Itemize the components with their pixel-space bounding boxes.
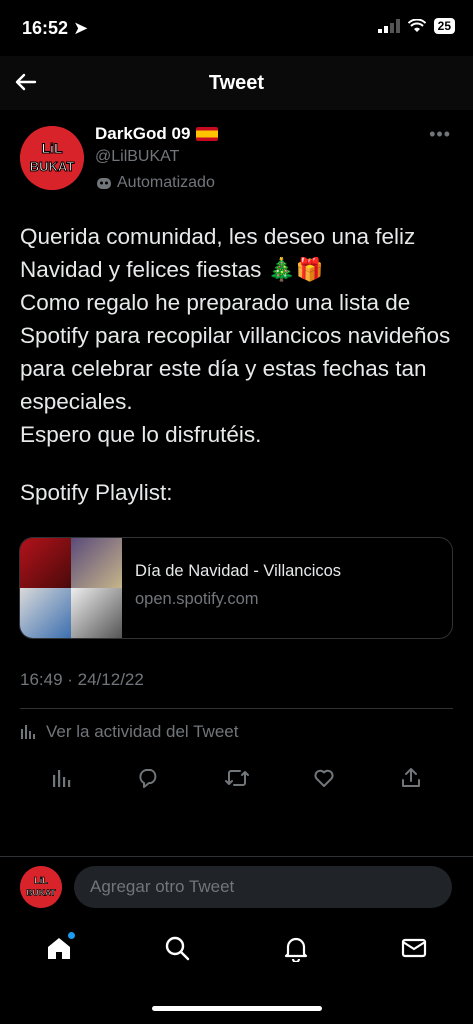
reply-button[interactable] (129, 758, 169, 798)
reply-input[interactable]: Agregar otro Tweet (74, 866, 452, 908)
playlist-label: Spotify Playlist: (20, 480, 173, 505)
tweet-text: Querida comunidad, les deseo una feliz N… (20, 220, 460, 451)
tweet-actions (20, 758, 453, 798)
tweet-activity-link[interactable]: Ver la actividad del Tweet (20, 722, 238, 742)
playlist-thumbnail (20, 538, 122, 638)
bottom-tab-bar (0, 924, 473, 976)
tweet-line: Querida comunidad, les deseo una feliz N… (20, 224, 416, 282)
retweet-button[interactable] (217, 758, 257, 798)
home-indicator (152, 1006, 322, 1011)
tab-search[interactable] (163, 934, 191, 967)
signal-icon (377, 19, 400, 33)
status-indicators: 25 (377, 18, 455, 34)
analytics-icon (21, 725, 35, 739)
battery-indicator: 25 (433, 18, 455, 34)
tweet-timestamp: 16:49 · 24/12/22 (20, 670, 144, 689)
reply-icon (139, 769, 157, 788)
avatar-logo: LiL BUKAT (20, 866, 62, 908)
spain-flag-icon (196, 127, 219, 141)
divider (20, 708, 453, 709)
card-url: open.spotify.com (135, 590, 259, 608)
like-icon (314, 769, 334, 787)
tab-messages[interactable] (400, 934, 428, 967)
author-handle[interactable]: @LilBUKAT (95, 148, 179, 166)
notifications-icon (284, 937, 307, 963)
location-icon: ➤ (73, 18, 89, 38)
wifi-icon (407, 19, 426, 32)
author-name[interactable]: DarkGod 09 (95, 124, 219, 144)
share-button[interactable] (391, 758, 431, 798)
link-card[interactable]: Día de Navidad - Villancicos open.spotif… (19, 537, 453, 639)
avatar[interactable]: LiL BUKAT (20, 126, 84, 190)
messages-icon (401, 938, 426, 957)
tweet-line: Espero que lo disfrutéis. (20, 422, 262, 447)
analytics-icon (53, 770, 71, 787)
card-title: Día de Navidad - Villancicos (135, 562, 342, 580)
like-button[interactable] (304, 758, 344, 798)
tab-notifications[interactable] (282, 934, 310, 967)
bot-icon (97, 178, 111, 189)
tweet-line: Como regalo he preparado una lista de Sp… (20, 290, 451, 414)
svg-text:LiL: LiL (34, 876, 48, 886)
analytics-button[interactable] (42, 758, 82, 798)
retweet-icon (224, 770, 249, 786)
svg-text:BUKAT: BUKAT (26, 888, 56, 898)
search-icon (166, 936, 190, 960)
automated-label: Automatizado (95, 174, 215, 192)
svg-text:LiL: LiL (42, 140, 63, 156)
share-icon (402, 768, 420, 787)
status-time: 16:52 ➤ (22, 18, 89, 38)
svg-text:BUKAT: BUKAT (30, 159, 75, 174)
notification-dot (68, 931, 76, 939)
divider (0, 856, 473, 857)
avatar-logo: LiL BUKAT (20, 126, 84, 190)
more-icon[interactable]: ••• (429, 124, 451, 145)
tab-home[interactable] (45, 931, 76, 967)
page-title: Tweet (208, 72, 265, 94)
reply-avatar: LiL BUKAT (20, 866, 62, 908)
